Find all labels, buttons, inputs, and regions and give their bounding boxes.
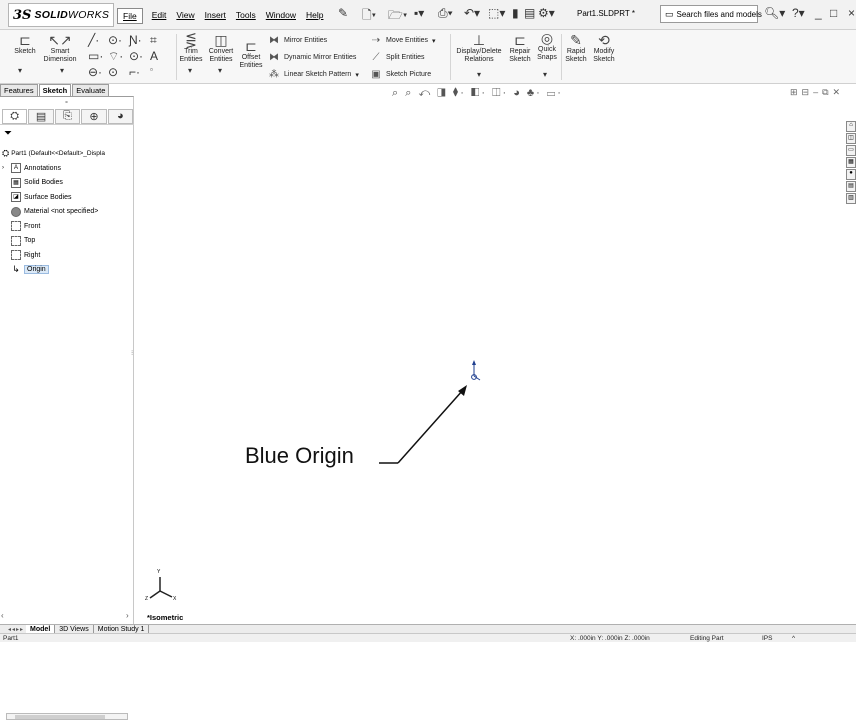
- status-coordinates: X: .000in Y: .000in Z: .000in: [570, 635, 650, 642]
- bottom-tab-bar: ◂◂▸▸ Model 3D Views Motion Study 1: [0, 624, 856, 634]
- status-document-name: Part1: [3, 635, 19, 642]
- origin-marker[interactable]: [471, 360, 481, 381]
- status-mode: Editing Part: [690, 635, 724, 642]
- tab-scroll-arrows-icon[interactable]: ◂◂▸▸: [6, 626, 26, 633]
- callout-label: Blue Origin: [245, 443, 354, 468]
- scrollbar-thumb[interactable]: [15, 715, 105, 719]
- triad-y-label: Y: [157, 569, 161, 575]
- units-dropdown-icon[interactable]: ^: [792, 635, 795, 642]
- panel-horizontal-scrollbar[interactable]: [6, 713, 128, 720]
- status-bar: Part1 X: .000in Y: .000in Z: .000in Edit…: [0, 633, 856, 642]
- callout-leader-line: [379, 385, 467, 464]
- viewport-overlay: [149, 360, 481, 599]
- status-units[interactable]: IPS: [762, 635, 772, 642]
- view-orientation-label: *Isometric: [147, 613, 184, 622]
- triad-z-label: Z: [145, 596, 149, 602]
- reference-triad: [149, 577, 173, 599]
- triad-x-label: X: [173, 596, 177, 602]
